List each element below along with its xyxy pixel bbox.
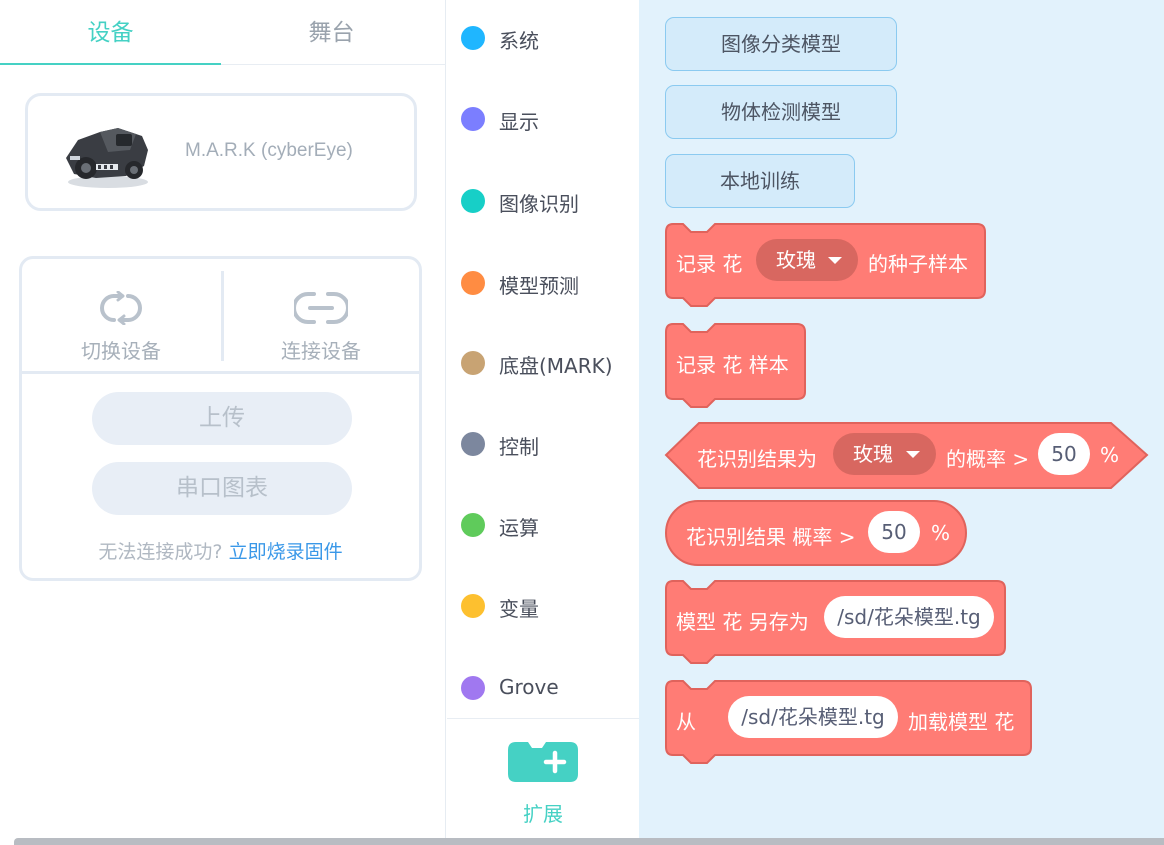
record-seed-sample-block[interactable]: 记录 花 玫瑰 的种子样本 <box>665 222 987 308</box>
category-item[interactable]: 图像识别 <box>447 171 639 231</box>
connect-device-button[interactable]: 连接设备 <box>222 269 420 371</box>
category-label: 底盘(MARK) <box>499 354 613 378</box>
category-dot-icon <box>461 107 485 131</box>
probability-input[interactable]: 50 <box>1038 433 1090 475</box>
category-item[interactable]: 底盘(MARK) <box>447 333 639 393</box>
caret-down-icon <box>906 451 920 458</box>
block-text: 的概率 > <box>946 447 1030 471</box>
block-text: 加载模型 花 <box>908 710 1015 734</box>
category-dot-icon <box>461 676 485 700</box>
percent-sign: % <box>1100 443 1120 467</box>
tab-stage[interactable]: 舞台 <box>221 0 442 65</box>
record-flower-sample-block[interactable]: 记录 花 样本 <box>665 322 807 410</box>
device-name: M.A.R.K (cyberEye) <box>185 140 353 161</box>
block-text: 从 <box>676 710 696 734</box>
category-item[interactable]: Grove <box>447 658 639 718</box>
connection-divider-h <box>22 371 419 374</box>
category-dot-icon <box>461 351 485 375</box>
flash-firmware-link[interactable]: 立即烧录固件 <box>229 541 343 563</box>
category-label: 系统 <box>499 29 539 53</box>
tab-device[interactable]: 设备 <box>0 0 221 65</box>
horizontal-scrollbar[interactable] <box>14 838 1164 845</box>
add-extension-button[interactable] <box>508 742 578 784</box>
caret-down-icon <box>828 257 842 264</box>
category-item[interactable]: 系统 <box>447 8 639 68</box>
category-item[interactable]: 控制 <box>447 414 639 474</box>
block-text: 模型 花 另存为 <box>676 610 809 634</box>
category-label: Grove <box>499 675 559 699</box>
local-training-button[interactable]: 本地训练 <box>665 154 855 208</box>
category-label: 模型预测 <box>499 274 579 298</box>
percent-sign: % <box>931 521 951 545</box>
category-label: 控制 <box>499 435 539 459</box>
category-dot-icon <box>461 26 485 50</box>
category-menu: 系统显示图像识别模型预测底盘(MARK) 控制运算变量 Grove 扩展 <box>447 0 639 845</box>
model-path-input[interactable]: /sd/花朵模型.tg <box>728 696 898 738</box>
panel-tabs: 设备 舞台 <box>0 0 446 65</box>
extension-divider <box>447 718 639 719</box>
upload-button[interactable]: 上传 <box>92 392 352 445</box>
block-text: 花识别结果 概率 > <box>686 525 856 549</box>
category-dot-icon <box>461 432 485 456</box>
connection-box: 切换设备 连接设备 上传 串口图表 无法连接成功? 立即烧录固件 <box>19 256 422 581</box>
switch-device-label: 切换设备 <box>81 339 161 363</box>
block-text: 记录 花 样本 <box>676 353 789 377</box>
switch-icon <box>100 291 142 325</box>
flower-result-is-block[interactable]: 花识别结果为 玫瑰 的概率 > 50 % <box>664 422 1149 490</box>
image-classification-model-button[interactable]: 图像分类模型 <box>665 17 897 71</box>
extension-label: 扩展 <box>523 802 563 826</box>
link-icon <box>294 292 348 324</box>
device-card[interactable]: M.A.R.K (cyberEye) <box>25 93 417 211</box>
connection-help: 无法连接成功? 立即烧录固件 <box>22 537 419 564</box>
category-dot-icon <box>461 271 485 295</box>
category-label: 图像识别 <box>499 192 579 216</box>
model-path-input[interactable]: /sd/花朵模型.tg <box>824 596 994 638</box>
robot-car-image <box>66 128 148 188</box>
serial-chart-button[interactable]: 串口图表 <box>92 462 352 515</box>
category-item[interactable]: 模型预测 <box>447 253 639 313</box>
category-label: 显示 <box>499 110 539 134</box>
category-dot-icon <box>461 594 485 618</box>
flower-dropdown[interactable]: 玫瑰 <box>756 239 858 281</box>
probability-input[interactable]: 50 <box>868 511 920 553</box>
category-dot-icon <box>461 189 485 213</box>
dropdown-value: 玫瑰 <box>853 442 893 466</box>
switch-device-button[interactable]: 切换设备 <box>22 269 220 371</box>
help-question: 无法连接成功? <box>98 541 223 563</box>
block-text: 记录 花 <box>676 252 743 276</box>
block-text: 的种子样本 <box>868 252 968 276</box>
category-item[interactable]: 运算 <box>447 495 639 555</box>
block-palette: 图像分类模型 物体检测模型 本地训练 记录 花 玫瑰 的种子样本 记录 花 样本… <box>639 0 1164 838</box>
flower-result-prob-block[interactable]: 花识别结果 概率 > 50 % <box>665 500 969 568</box>
connect-device-label: 连接设备 <box>281 339 361 363</box>
category-label: 运算 <box>499 516 539 540</box>
puzzle-plus-icon <box>508 742 578 782</box>
dropdown-value: 玫瑰 <box>776 248 816 272</box>
device-panel: 设备 舞台 M.A.R.K (cyberEye) 切换设备 连接设备 上传 串口… <box>0 0 446 845</box>
object-detection-model-button[interactable]: 物体检测模型 <box>665 85 897 139</box>
category-label: 变量 <box>499 597 539 621</box>
flower-dropdown[interactable]: 玫瑰 <box>833 433 936 475</box>
block-text: 花识别结果为 <box>697 447 817 471</box>
save-model-block[interactable]: 模型 花 另存为 /sd/花朵模型.tg <box>665 579 1007 667</box>
category-dot-icon <box>461 513 485 537</box>
category-item[interactable]: 变量 <box>447 576 639 636</box>
load-model-block[interactable]: 从 /sd/花朵模型.tg 加载模型 花 <box>665 679 1033 767</box>
category-item[interactable]: 显示 <box>447 89 639 149</box>
